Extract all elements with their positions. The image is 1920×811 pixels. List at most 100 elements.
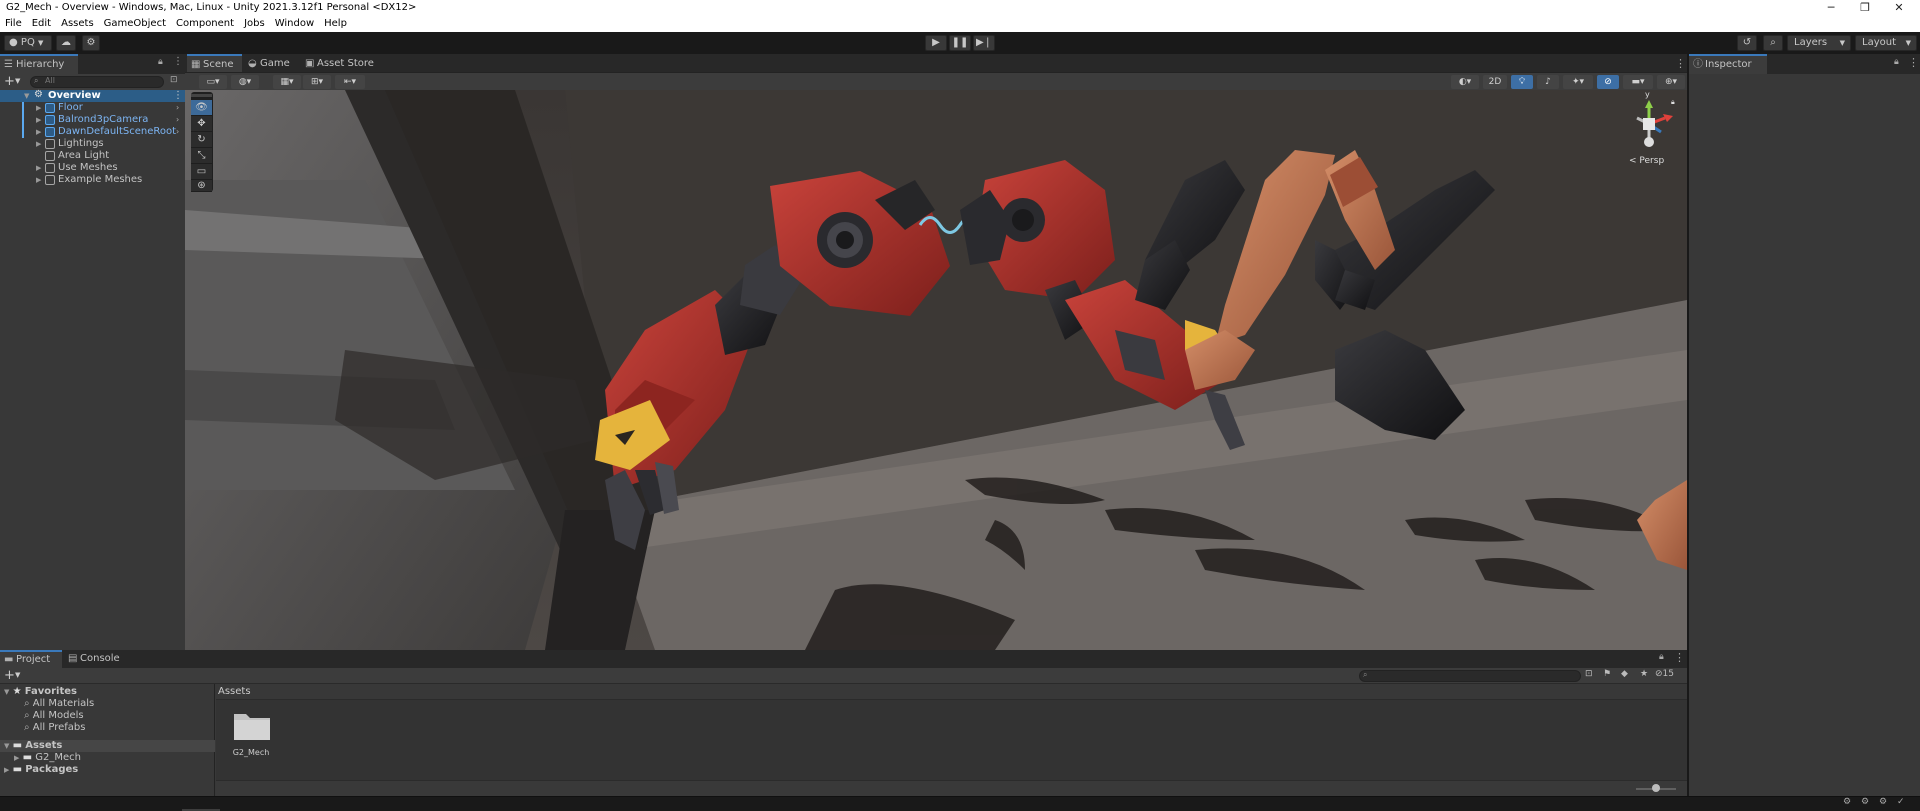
render-mode-dropdown[interactable]: ◐▾ bbox=[1451, 75, 1479, 89]
favorite-item[interactable]: ⌕ All Materials bbox=[24, 698, 94, 710]
account-dropdown[interactable]: ● PQ ▼ bbox=[4, 35, 52, 51]
search-icon[interactable]: ⌕ bbox=[1763, 35, 1783, 51]
scene-row[interactable]: ▼ ⚙ Overview ⋮ bbox=[0, 89, 185, 102]
expand-arrow-icon[interactable]: ▶ bbox=[36, 138, 41, 150]
more-options-icon[interactable]: ⋮ bbox=[1674, 651, 1685, 664]
expand-arrow-icon[interactable]: ▶ bbox=[36, 174, 41, 186]
favorite-item[interactable]: ⌕ All Models bbox=[24, 710, 84, 722]
scene-viewport[interactable]: 👁︎ ✥ ↻ ⤡ ▭ ⊛ y 🔒︎ < Persp bbox=[185, 90, 1687, 650]
transform-tool-icon[interactable]: ⊛ bbox=[191, 180, 212, 192]
audio-toggle-icon[interactable]: ♪ bbox=[1537, 75, 1559, 89]
menu-window[interactable]: Window bbox=[270, 16, 319, 32]
hierarchy-item[interactable]: ▶ Balrond3pCamera › bbox=[0, 114, 185, 126]
expand-arrow-icon[interactable]: ▶ bbox=[36, 126, 41, 138]
tools-drag-handle[interactable] bbox=[191, 94, 212, 98]
tab-project[interactable]: ▬ Project bbox=[0, 650, 62, 668]
hierarchy-item[interactable]: ▶ Example Meshes bbox=[0, 174, 185, 186]
breadcrumb-assets[interactable]: Assets bbox=[218, 686, 251, 697]
chevron-down-icon[interactable]: ▼ bbox=[15, 77, 20, 85]
tab-console[interactable]: ▤ Console bbox=[64, 650, 126, 668]
expand-arrow-icon[interactable]: ▼ bbox=[24, 90, 29, 102]
chevron-right-icon[interactable]: › bbox=[176, 114, 179, 126]
expand-arrow-icon[interactable]: ▶ bbox=[36, 162, 41, 174]
camera-dropdown[interactable]: ▬▾ bbox=[1623, 75, 1653, 89]
minimize-button[interactable]: ─ bbox=[1814, 0, 1848, 16]
hierarchy-item[interactable]: ▶ Use Meshes bbox=[0, 162, 185, 174]
tab-game[interactable]: ◒ Game bbox=[244, 54, 299, 74]
history-icon[interactable]: ↺ bbox=[1737, 35, 1757, 51]
grid-snap-dropdown[interactable]: ▦▾ bbox=[273, 75, 301, 89]
hierarchy-item[interactable]: ▶ Floor › bbox=[0, 102, 185, 114]
favorite-item[interactable]: ⌕ All Prefabs bbox=[24, 722, 85, 734]
hierarchy-item[interactable]: Area Light bbox=[0, 150, 185, 162]
layout-dropdown[interactable]: Layout ▼ bbox=[1855, 35, 1917, 51]
asset-folder-item[interactable]: G2_Mech bbox=[228, 708, 274, 768]
add-icon[interactable]: + bbox=[4, 668, 15, 683]
projection-toggle[interactable]: < Persp bbox=[1629, 156, 1664, 166]
tab-inspector[interactable]: ⓘ Inspector bbox=[1689, 54, 1767, 74]
filter-icon[interactable]: ⊡ bbox=[170, 75, 178, 85]
network-icon[interactable]: ⚙ bbox=[1861, 797, 1869, 807]
icon-size-slider-thumb[interactable] bbox=[1652, 784, 1660, 792]
scale-tool-icon[interactable]: ⤡ bbox=[191, 148, 212, 164]
hierarchy-item[interactable]: ▶ Lightings bbox=[0, 138, 185, 150]
expand-arrow-icon[interactable]: ▶ bbox=[36, 114, 41, 126]
add-icon[interactable]: + bbox=[4, 74, 15, 89]
hidden-packages-icon[interactable]: ⊘15 bbox=[1655, 669, 1674, 679]
gizmos-dropdown[interactable]: ⊕▾ bbox=[1657, 75, 1685, 89]
menu-gameobject[interactable]: GameObject bbox=[99, 16, 171, 32]
menu-component[interactable]: Component bbox=[171, 16, 239, 32]
more-options-icon[interactable]: ⋮ bbox=[173, 90, 183, 102]
menu-jobs[interactable]: Jobs bbox=[239, 16, 270, 32]
lock-icon[interactable]: 🔒︎ bbox=[1671, 98, 1675, 107]
menu-assets[interactable]: Assets bbox=[56, 16, 99, 32]
tab-hierarchy[interactable]: ☰ Hierarchy bbox=[0, 54, 78, 74]
move-tool-icon[interactable]: ✥ bbox=[191, 116, 212, 132]
close-button[interactable]: ✕ bbox=[1882, 0, 1916, 16]
menu-edit[interactable]: Edit bbox=[27, 16, 56, 32]
more-options-icon[interactable]: ⋮ bbox=[1675, 57, 1686, 70]
tab-scene[interactable]: ▦ Scene bbox=[187, 54, 242, 74]
cache-icon[interactable]: ⚙ bbox=[1879, 797, 1887, 807]
orientation-gizmo[interactable]: y 🔒︎ < Persp bbox=[1617, 90, 1681, 172]
lock-icon[interactable]: 🔒︎ bbox=[1659, 652, 1664, 662]
effects-dropdown[interactable]: ✦▾ bbox=[1563, 75, 1593, 89]
play-button[interactable]: ▶ bbox=[925, 35, 947, 51]
chevron-right-icon[interactable]: › bbox=[176, 126, 179, 138]
shading-dropdown[interactable]: ◍▾ bbox=[231, 75, 259, 89]
favorites-row[interactable]: ▼ ★ Favorites bbox=[4, 686, 77, 698]
pivot-dropdown[interactable]: ⇤▾ bbox=[335, 75, 365, 89]
favorite-star-icon[interactable]: ★ bbox=[1640, 669, 1648, 679]
tag-icon[interactable]: ◆ bbox=[1621, 669, 1628, 679]
rotate-tool-icon[interactable]: ↻ bbox=[191, 132, 212, 148]
lighting-toggle-icon[interactable]: 💡︎ bbox=[1511, 75, 1533, 89]
search-by-label-icon[interactable]: ⚑ bbox=[1603, 669, 1611, 679]
collab-icon[interactable]: ⚙ bbox=[82, 35, 100, 51]
hierarchy-item[interactable]: ▶ DawnDefaultSceneRoot › bbox=[0, 126, 185, 138]
expand-arrow-icon[interactable]: ▶ bbox=[36, 102, 41, 114]
packages-row[interactable]: ▶ ▬ Packages bbox=[4, 764, 78, 776]
pause-button[interactable]: ❚❚ bbox=[949, 35, 971, 51]
check-icon[interactable]: ✓ bbox=[1897, 797, 1905, 807]
hierarchy-search-input[interactable]: ⌕ All bbox=[30, 76, 164, 88]
cloud-icon[interactable]: ☁ bbox=[56, 35, 76, 51]
bug-icon[interactable]: ⚙ bbox=[1843, 797, 1851, 807]
restore-button[interactable]: ❐ bbox=[1848, 0, 1882, 16]
menu-file[interactable]: File bbox=[0, 16, 27, 32]
chevron-down-icon[interactable]: ▼ bbox=[15, 671, 20, 679]
lock-icon[interactable]: 🔒︎ bbox=[158, 57, 163, 67]
more-options-icon[interactable]: ⋮ bbox=[1908, 56, 1919, 69]
more-options-icon[interactable]: ⋮ bbox=[173, 56, 183, 67]
increment-snap-dropdown[interactable]: ⊞▾ bbox=[303, 75, 331, 89]
chevron-right-icon[interactable]: › bbox=[176, 102, 179, 114]
menu-help[interactable]: Help bbox=[319, 16, 352, 32]
project-search-input[interactable]: ⌕ bbox=[1359, 670, 1581, 682]
hidden-objects-toggle-icon[interactable]: ⊘ bbox=[1597, 75, 1619, 89]
tab-asset-store[interactable]: ▣ Asset Store bbox=[301, 54, 383, 74]
step-button[interactable]: ▶❘ bbox=[973, 35, 995, 51]
toggle-2d-button[interactable]: 2D bbox=[1483, 75, 1507, 89]
draw-mode-dropdown[interactable]: ▭▾ bbox=[199, 75, 227, 89]
layers-dropdown[interactable]: Layers ▼ bbox=[1787, 35, 1851, 51]
view-tool-icon[interactable]: 👁︎ bbox=[191, 100, 212, 116]
lock-icon[interactable]: 🔒︎ bbox=[1894, 57, 1899, 67]
